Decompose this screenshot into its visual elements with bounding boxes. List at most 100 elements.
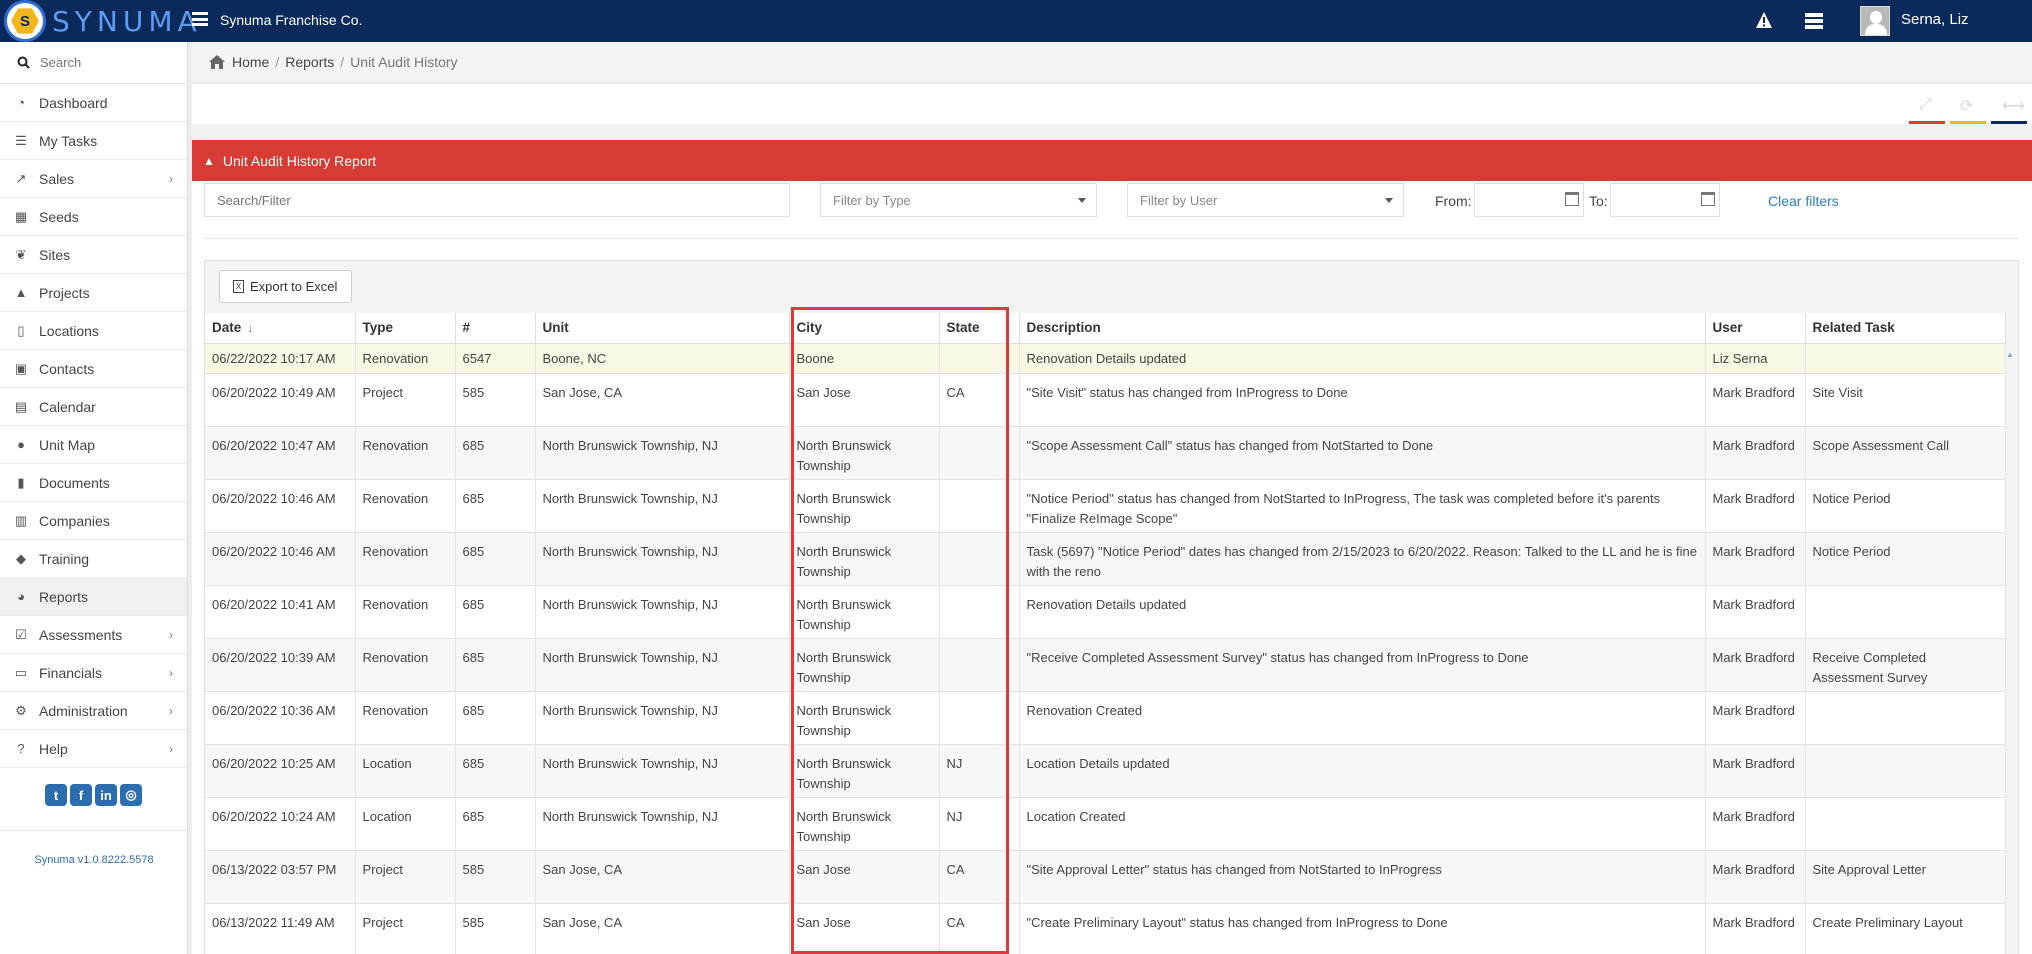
expand-icon[interactable]: ⤢ (1919, 96, 1932, 114)
column-header-state[interactable]: State (939, 313, 1020, 344)
sidebar-item-seeds[interactable]: ▦ Seeds (0, 198, 187, 236)
sidebar-item-sites[interactable]: ❦ Sites (0, 236, 187, 274)
home-icon[interactable] (209, 55, 225, 69)
table-row[interactable]: 06/20/2022 10:47 AM Renovation 685 North Br… (205, 426, 2006, 480)
panel-body: Filter by Type Filter by User From: To: … (192, 181, 2032, 954)
cell-description: Renovation Details updated (1019, 585, 1706, 639)
road-icon: ▲ (14, 285, 28, 300)
table-row[interactable]: 06/20/2022 10:39 AM Renovation 685 North Br… (205, 638, 2006, 692)
column-header-number[interactable]: # (455, 313, 536, 344)
sidebar-search-input[interactable] (40, 55, 180, 70)
breadcrumb-reports[interactable]: Reports (285, 54, 334, 70)
calendar-icon[interactable] (1565, 192, 1579, 206)
column-header-description[interactable]: Description (1019, 313, 1706, 344)
table-row[interactable]: 06/20/2022 10:24 AM Location 685 North Brun… (205, 797, 2006, 851)
sidebar-item-assessments[interactable]: ☑ Assessments › (0, 616, 187, 654)
table-row[interactable]: 06/20/2022 10:36 AM Renovation 685 North Br… (205, 691, 2006, 745)
table-row[interactable]: 06/20/2022 10:46 AM Renovation 685 North Br… (205, 479, 2006, 533)
export-to-excel-button[interactable]: X Export to Excel (219, 270, 353, 303)
cell-related-task: Scope Assessment Call (1805, 426, 2006, 480)
column-header-label: State (946, 320, 980, 336)
table-row[interactable]: 06/20/2022 10:46 AM Renovation 685 North Br… (205, 532, 2006, 586)
horizontal-resize-icon[interactable]: ⟷ (2002, 96, 2025, 116)
user-name[interactable]: Serna, Liz (1901, 11, 1969, 28)
table-row[interactable]: 06/22/2022 10:17 AM Renovation 6547 Boone, … (205, 343, 2006, 374)
breadcrumb-home[interactable]: Home (232, 54, 269, 70)
sidebar-item-label: Help (39, 740, 68, 757)
sidebar-item-reports[interactable]: ◕ Reports (0, 578, 187, 616)
cell-description: "Receive Completed Assessment Survey" st… (1019, 638, 1706, 692)
cell-description: "Create Preliminary Layout" status has c… (1019, 903, 1706, 954)
menu-toggle-icon[interactable] (192, 12, 208, 26)
sidebar-item-help[interactable]: ? Help › (0, 730, 187, 768)
user-filter-select[interactable]: Filter by User (1127, 183, 1404, 217)
table-row[interactable]: 06/20/2022 10:41 AM Renovation 685 North Br… (205, 585, 2006, 639)
refresh-icon[interactable]: ⟳ (1960, 96, 1973, 116)
sidebar-item-projects[interactable]: ▲ Projects (0, 274, 187, 312)
company-icon: ▥ (14, 512, 28, 528)
clear-filters-link[interactable]: Clear filters (1768, 193, 1839, 209)
sidebar-item-financials[interactable]: ▭ Financials › (0, 654, 187, 692)
cell-type: Location (355, 744, 456, 798)
sidebar-item-label: Locations (39, 322, 99, 339)
from-date-input[interactable] (1474, 183, 1584, 217)
sidebar-item-sales[interactable]: ↗ Sales › (0, 160, 187, 198)
search-filter-input[interactable] (204, 183, 790, 217)
globe-icon: ● (17, 437, 25, 452)
sidebar-item-unit-map[interactable]: ● Unit Map (0, 426, 187, 464)
check-square-icon: ☑ (15, 626, 27, 642)
column-header-related-task[interactable]: Related Task (1805, 313, 2006, 344)
calendar-icon[interactable] (1701, 192, 1715, 206)
avatar[interactable] (1860, 6, 1890, 36)
table-row[interactable]: 06/13/2022 03:57 PM Project 585 San Jose, C… (205, 850, 2006, 904)
cell-description: Task (5697) "Notice Period" dates has ch… (1019, 532, 1706, 586)
sidebar-item-training[interactable]: ◆ Training (0, 540, 187, 578)
column-header-user[interactable]: User (1705, 313, 1806, 344)
cell-related-task (1805, 343, 2006, 374)
sidebar-item-label: Financials (39, 664, 103, 681)
sort-descending-icon[interactable]: ↓ (247, 321, 253, 335)
cell-state (939, 343, 1020, 374)
cell-user: Mark Bradford (1705, 373, 1806, 427)
sidebar-item-dashboard[interactable]: ◔ Dashboard (0, 84, 187, 122)
column-header-unit[interactable]: Unit (535, 313, 790, 344)
table-row[interactable]: 06/20/2022 10:25 AM Location 685 North Brun… (205, 744, 2006, 798)
facebook-icon[interactable]: f (70, 784, 92, 806)
chevron-down-icon (1385, 198, 1393, 203)
sidebar: ◔ Dashboard ☰ My Tasks ↗ Sales › ▦ Seeds ❦ Sites ▲ P… (0, 42, 188, 954)
table-row[interactable]: 06/20/2022 10:49 AM Project 585 San Jose, C… (205, 373, 2006, 427)
cell-city: Boone (789, 343, 940, 374)
type-filter-select[interactable]: Filter by Type (820, 183, 1097, 217)
sidebar-item-documents[interactable]: ▮ Documents (0, 464, 187, 502)
scroll-up-icon[interactable]: ▲ (2006, 350, 2014, 359)
chart-line-icon: ↗ (15, 170, 27, 186)
cell-related-task (1805, 797, 2006, 851)
column-header-type[interactable]: Type (355, 313, 456, 344)
instagram-icon[interactable]: ◎ (120, 784, 142, 806)
cell-related-task (1805, 744, 2006, 798)
cell-city: North Brunswick Township (789, 585, 940, 639)
sidebar-item-my-tasks[interactable]: ☰ My Tasks (0, 122, 187, 160)
building-icon: ▯ (17, 322, 25, 338)
server-icon[interactable] (1805, 13, 1823, 29)
warning-icon[interactable] (1755, 11, 1773, 29)
to-date-input[interactable] (1610, 183, 1720, 217)
sidebar-item-locations[interactable]: ▯ Locations (0, 312, 187, 350)
cell-number: 685 (455, 479, 536, 533)
sidebar-item-administration[interactable]: ⚙ Administration › (0, 692, 187, 730)
sidebar-item-calendar[interactable]: ▤ Calendar (0, 388, 187, 426)
cell-unit: North Brunswick Township, NJ (535, 744, 790, 798)
column-header-date[interactable]: Date ↓ (205, 313, 356, 344)
sidebar-item-companies[interactable]: ▥ Companies (0, 502, 187, 540)
chevron-right-icon: › (169, 741, 173, 756)
sidebar-item-label: Administration (39, 702, 128, 719)
table-row[interactable]: 06/13/2022 11:49 AM Project 585 San Jose, C… (205, 903, 2006, 954)
linkedin-icon[interactable]: in (95, 784, 117, 806)
cell-number: 585 (455, 373, 536, 427)
sidebar-item-contacts[interactable]: ▣ Contacts (0, 350, 187, 388)
twitter-icon[interactable]: t (45, 784, 67, 806)
road-icon: ▲ (203, 153, 215, 168)
cell-state (939, 426, 1020, 480)
synuma-logo[interactable]: S SYNUMA (4, 0, 202, 42)
column-header-city[interactable]: City (789, 313, 940, 344)
